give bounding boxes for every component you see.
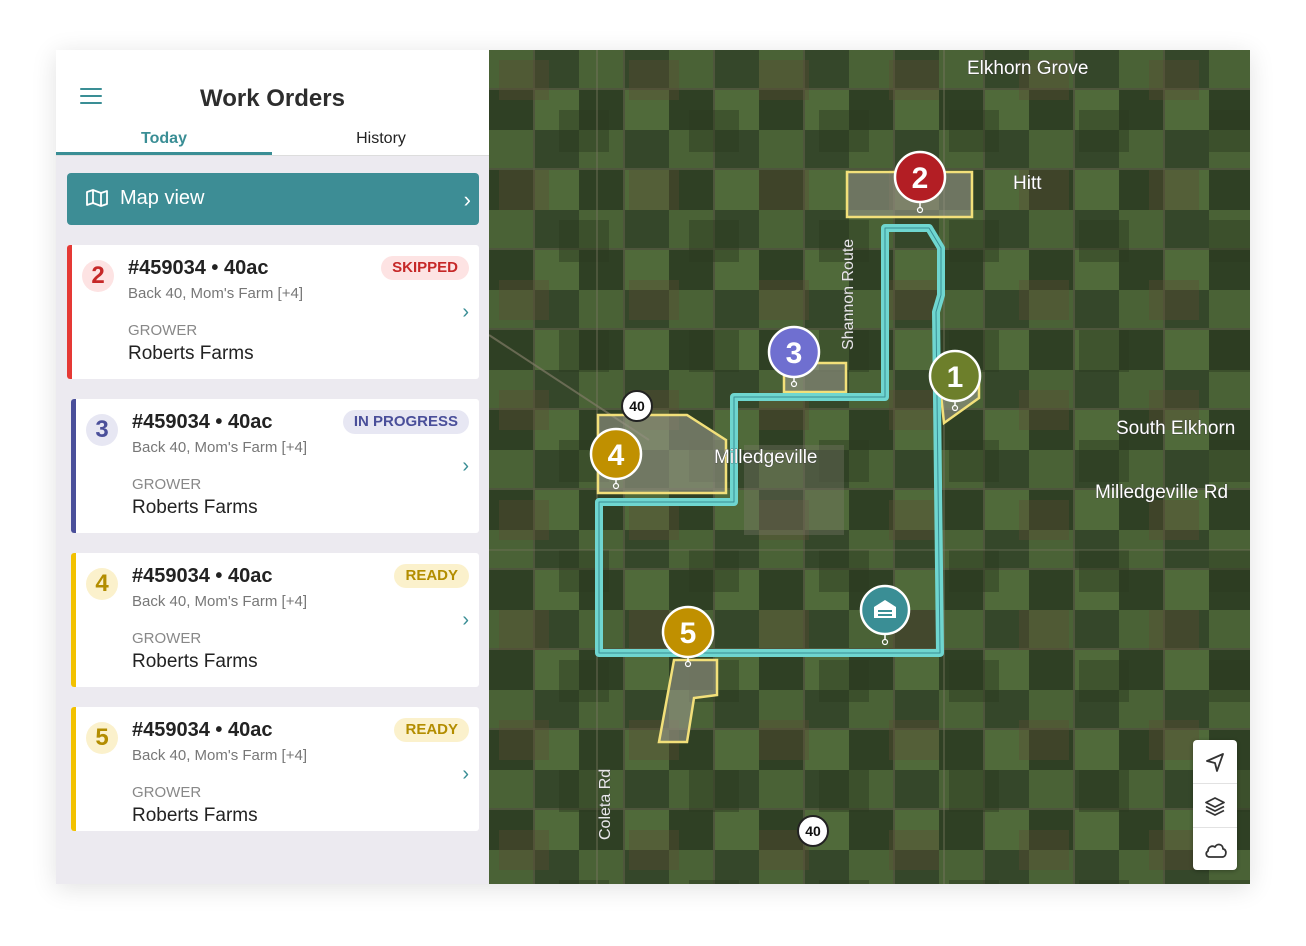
order-number-badge: 4 <box>86 568 118 600</box>
order-number-badge: 3 <box>86 414 118 446</box>
order-title: #459034 • 40ac <box>132 411 273 433</box>
tab-history[interactable]: History <box>273 130 489 148</box>
header: Work Orders Today History <box>56 50 489 156</box>
status-badge: READY <box>394 718 469 742</box>
work-order-card[interactable]: 3 #459034 • 40ac Back 40, Mom's Farm [+4… <box>71 399 479 533</box>
grower-name: Roberts Farms <box>128 343 254 364</box>
grower-label: GROWER <box>128 322 198 339</box>
status-badge: IN PROGRESS <box>342 410 469 434</box>
order-title: #459034 • 40ac <box>132 719 273 741</box>
tab-divider <box>56 155 489 156</box>
label-milledgeville: Milledgeville <box>714 447 818 468</box>
label-coleta-rd: Coleta Rd <box>597 769 614 840</box>
route-shield-40: 40 <box>621 390 653 422</box>
label-elkhorn-grove: Elkhorn Grove <box>967 58 1088 79</box>
chevron-right-icon[interactable]: › <box>462 763 469 786</box>
order-location: Back 40, Mom's Farm [+4] <box>132 439 307 456</box>
map-controls <box>1193 740 1237 870</box>
label-south-elkhorn: South Elkhorn <box>1116 418 1235 439</box>
grower-label: GROWER <box>132 476 202 493</box>
order-number-badge: 5 <box>86 722 118 754</box>
label-hitt: Hitt <box>1013 173 1042 194</box>
grower-label: GROWER <box>132 630 202 647</box>
navigation-arrow-icon[interactable] <box>1193 740 1237 783</box>
order-location: Back 40, Mom's Farm [+4] <box>132 593 307 610</box>
status-bar <box>71 553 76 687</box>
route-shield-40: 40 <box>797 815 829 847</box>
svg-text:3: 3 <box>786 337 803 370</box>
label-milledgeville-rd: Milledgeville Rd <box>1095 482 1228 503</box>
chevron-right-icon[interactable]: › <box>462 301 469 324</box>
grower-name: Roberts Farms <box>132 497 258 518</box>
work-order-card[interactable]: 5 #459034 • 40ac Back 40, Mom's Farm [+4… <box>71 707 479 831</box>
svg-text:5: 5 <box>680 617 697 650</box>
grower-name: Roberts Farms <box>132 805 258 826</box>
status-bar <box>71 707 76 831</box>
map-view-button[interactable]: Map view › <box>67 173 479 225</box>
status-badge: READY <box>394 564 469 588</box>
map-icon <box>85 188 109 213</box>
layers-icon[interactable] <box>1193 783 1237 827</box>
route-shield-label: 40 <box>805 823 821 839</box>
chevron-right-icon[interactable]: › <box>462 609 469 632</box>
status-bar <box>67 245 72 379</box>
label-shannon-route: Shannon Route <box>840 239 857 350</box>
map-view-label: Map view <box>120 187 205 209</box>
svg-text:2: 2 <box>912 162 929 195</box>
cloud-icon[interactable] <box>1193 827 1237 871</box>
grower-label: GROWER <box>132 784 202 801</box>
order-location: Back 40, Mom's Farm [+4] <box>128 285 303 302</box>
status-badge: SKIPPED <box>381 256 469 280</box>
order-location: Back 40, Mom's Farm [+4] <box>132 747 307 764</box>
order-title: #459034 • 40ac <box>128 257 269 279</box>
work-order-card[interactable]: 2 #459034 • 40ac Back 40, Mom's Farm [+4… <box>67 245 479 379</box>
tab-today[interactable]: Today <box>56 130 272 148</box>
order-number-badge: 2 <box>82 260 114 292</box>
svg-text:4: 4 <box>608 439 625 472</box>
app-frame: Work Orders Today History Map view › 2 #… <box>56 50 1250 884</box>
map[interactable]: Elkhorn Grove Hitt South Elkhorn Milledg… <box>489 50 1250 884</box>
chevron-right-icon[interactable]: › <box>462 455 469 478</box>
status-bar <box>71 399 76 533</box>
svg-text:1: 1 <box>947 361 964 394</box>
page-title: Work Orders <box>200 85 345 112</box>
route-shield-label: 40 <box>629 398 645 414</box>
grower-name: Roberts Farms <box>132 651 258 672</box>
work-order-card[interactable]: 4 #459034 • 40ac Back 40, Mom's Farm [+4… <box>71 553 479 687</box>
sidebar: Work Orders Today History Map view › 2 #… <box>56 50 489 884</box>
chevron-right-icon: › <box>463 187 471 212</box>
order-title: #459034 • 40ac <box>132 565 273 587</box>
